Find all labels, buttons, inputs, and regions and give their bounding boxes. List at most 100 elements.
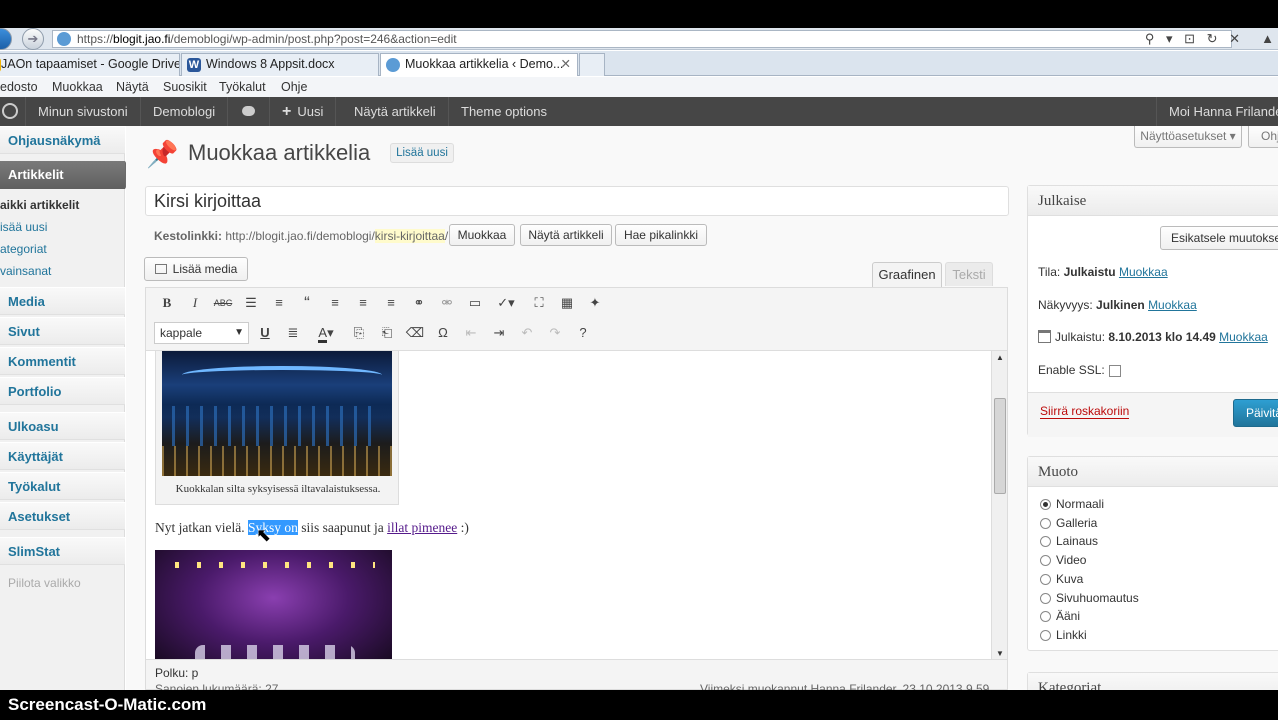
close-tab-icon[interactable]: ✕	[561, 54, 571, 75]
format-radio-image[interactable]	[1040, 574, 1051, 585]
help-circle-icon[interactable]: ?	[572, 322, 594, 344]
kitchen-sink-icon[interactable]: ▦	[556, 292, 578, 314]
scroll-thumb[interactable]	[994, 398, 1006, 494]
permalink-slug[interactable]: kirsi-kirjoittaa	[374, 229, 445, 243]
comment-bubble-icon[interactable]	[228, 97, 270, 126]
sidebar-item-portfolio[interactable]: Portfolio	[0, 377, 125, 405]
add-new-button[interactable]: Lisää uusi	[390, 143, 454, 163]
adminbar-view-post[interactable]: Näytä artikkeli	[342, 97, 449, 126]
format-radio-quote[interactable]	[1040, 536, 1051, 547]
sidebar-item-settings[interactable]: Asetukset	[0, 502, 125, 530]
fullscreen-icon[interactable]: ⛶	[528, 292, 550, 314]
italic-icon[interactable]: I	[184, 292, 206, 314]
sidebar-item-posts[interactable]: Artikkelit	[0, 161, 125, 189]
status-edit-link[interactable]: Muokkaa	[1119, 265, 1168, 279]
tab-edit-post[interactable]: Muokkaa artikkelia ‹ Demo... ✕	[380, 53, 578, 76]
sidebar-item-dashboard[interactable]: Ohjausnäkymä	[0, 126, 125, 154]
sidebar-item-tools[interactable]: Työkalut	[0, 472, 125, 500]
content-link[interactable]: illat pimenee	[387, 520, 457, 535]
back-icon[interactable]	[0, 28, 12, 50]
strikethrough-icon[interactable]: ABC	[212, 292, 234, 314]
published-edit-link[interactable]: Muokkaa	[1219, 330, 1268, 344]
ssl-checkbox[interactable]	[1109, 365, 1121, 377]
insert-more-icon[interactable]: ▭	[464, 292, 486, 314]
menu-file[interactable]: edosto	[0, 77, 38, 97]
format-radio-gallery[interactable]	[1040, 518, 1051, 529]
sidebar-item-appearance[interactable]: Ulkoasu	[0, 412, 125, 440]
adminbar-theme-options[interactable]: Theme options	[449, 97, 559, 126]
eraser-icon[interactable]: ⌫	[404, 322, 426, 344]
format-radio-link[interactable]	[1040, 630, 1051, 641]
sidebar-sub-categories[interactable]: ategoriat	[0, 240, 47, 258]
sidebar-item-users[interactable]: Käyttäjät	[0, 442, 125, 470]
sidebar-sub-all-posts[interactable]: aikki artikkelit	[0, 196, 79, 214]
paste-word-icon[interactable]: ⎗	[376, 322, 398, 344]
sidebar-item-media[interactable]: Media	[0, 287, 125, 315]
justify-icon[interactable]: ≣	[282, 322, 304, 344]
insert-link-icon[interactable]: ⚭	[408, 292, 430, 314]
forward-icon[interactable]: ➔	[22, 28, 44, 50]
indent-icon[interactable]: ⇥	[488, 322, 510, 344]
adminbar-my-sites[interactable]: Minun sivustoni	[26, 97, 141, 126]
tab-text[interactable]: Teksti	[945, 262, 993, 286]
help-button[interactable]: Ohje	[1248, 126, 1278, 148]
wordpress-logo-icon[interactable]	[0, 97, 26, 126]
post-title-input[interactable]: Kirsi kirjoittaa	[145, 186, 1009, 216]
magic-wand-icon[interactable]: ✦	[584, 292, 606, 314]
sidebar-sub-tags[interactable]: vainsanat	[0, 262, 51, 280]
adminbar-new[interactable]: + Uusi	[270, 97, 337, 126]
adminbar-site-name[interactable]: Demoblogi	[141, 97, 229, 126]
view-post-button[interactable]: Näytä artikkeli	[520, 224, 612, 246]
outdent-icon[interactable]: ⇤	[460, 322, 482, 344]
menu-edit[interactable]: Muokkaa	[52, 77, 103, 97]
text-color-icon[interactable]: A▾	[310, 322, 342, 344]
move-to-trash-link[interactable]: Siirrä roskakoriin	[1040, 404, 1130, 419]
browser-scroll-up-icon[interactable]: ▲	[1261, 31, 1274, 46]
tab-visual[interactable]: Graafinen	[872, 262, 942, 287]
align-right-icon[interactable]: ≡	[380, 292, 402, 314]
preview-changes-button[interactable]: Esikatsele muutokse	[1160, 226, 1278, 250]
underline-icon[interactable]: U	[254, 322, 276, 344]
align-center-icon[interactable]: ≡	[352, 292, 374, 314]
paragraph[interactable]: Nyt jatkan vielä. Syksy on siis saapunut…	[155, 520, 469, 536]
scroll-up-icon[interactable]: ▲	[993, 351, 1007, 365]
bold-icon[interactable]: B	[156, 292, 178, 314]
undo-icon[interactable]: ↶	[516, 322, 538, 344]
paste-text-icon[interactable]: ⎘	[348, 322, 370, 344]
blockquote-icon[interactable]: “	[296, 292, 318, 314]
editor-body[interactable]: Kuokkalan silta syksyisessä iltavalaistu…	[146, 350, 1007, 660]
menu-tools[interactable]: Työkalut	[219, 77, 266, 97]
align-left-icon[interactable]: ≡	[324, 292, 346, 314]
adminbar-greeting[interactable]: Moi Hanna Frilande	[1156, 97, 1278, 126]
editor-scrollbar[interactable]: ▲ ▼	[991, 351, 1007, 659]
menu-favorites[interactable]: Suosikit	[163, 77, 207, 97]
bridge-photo[interactable]	[162, 351, 392, 476]
bullet-list-icon[interactable]: ☰	[240, 292, 262, 314]
spellcheck-icon[interactable]: ✓▾	[492, 292, 520, 314]
collapse-menu[interactable]: Piilota valikko	[8, 576, 81, 590]
sidebar-item-pages[interactable]: Sivut	[0, 317, 125, 345]
sidebar-sub-add-new[interactable]: isää uusi	[0, 218, 47, 236]
tab-word-document[interactable]: W Windows 8 Appsit.docx	[181, 53, 379, 76]
screen-options-button[interactable]: Näyttöasetukset ▾	[1134, 126, 1242, 148]
get-shortlink-button[interactable]: Hae pikalinkki	[615, 224, 707, 246]
new-tab-button[interactable]	[579, 53, 605, 76]
scroll-down-icon[interactable]: ▼	[993, 647, 1007, 659]
update-button[interactable]: Päivitä	[1233, 399, 1278, 427]
tab-google-drive[interactable]: JAOn tapaamiset - Google Drive	[0, 53, 180, 76]
menu-help[interactable]: Ohje	[281, 77, 307, 97]
permalink-edit-button[interactable]: Muokkaa	[449, 224, 515, 246]
format-radio-standard[interactable]	[1040, 499, 1051, 510]
stage-photo[interactable]	[155, 550, 392, 659]
sidebar-item-slimstat[interactable]: SlimStat	[0, 537, 125, 565]
url-field[interactable]: https://blogit.jao.fi/demoblogi/wp-admin…	[52, 30, 1232, 48]
format-radio-video[interactable]	[1040, 555, 1051, 566]
unlink-icon[interactable]: ⚮	[436, 292, 458, 314]
numbered-list-icon[interactable]: ≡	[268, 292, 290, 314]
sidebar-item-comments[interactable]: Kommentit	[0, 347, 125, 375]
add-media-button[interactable]: Lisää media	[144, 257, 248, 281]
url-action-icons[interactable]: ⚲ ▾ ⊡ ↻ ✕	[1145, 31, 1244, 47]
visibility-edit-link[interactable]: Muokkaa	[1148, 298, 1197, 312]
redo-icon[interactable]: ↷	[544, 322, 566, 344]
format-select[interactable]: kappale ▼	[154, 322, 249, 344]
